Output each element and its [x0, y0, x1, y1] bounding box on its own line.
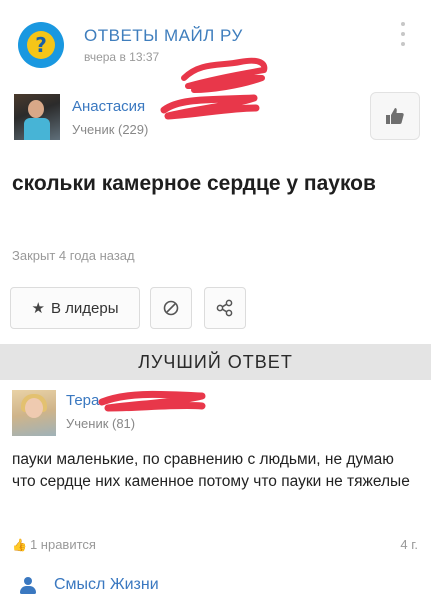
- best-answer-heading: ЛУЧШИЙ ОТВЕТ: [0, 344, 431, 380]
- block-button[interactable]: [150, 287, 192, 329]
- logo-question-icon[interactable]: ?: [18, 22, 64, 68]
- answer-author-rank: Ученик (81): [66, 416, 136, 431]
- answer-author-name[interactable]: Тера: [66, 392, 99, 409]
- avatar[interactable]: [14, 94, 60, 140]
- answer-author: Тера Ученик (81): [12, 388, 422, 440]
- like-button[interactable]: [370, 92, 420, 140]
- question-text: скольки камерное сердце у пауков: [12, 172, 376, 195]
- answer-age: 4 г.: [400, 537, 418, 552]
- logo-glyph: ?: [27, 31, 55, 59]
- block-icon: [163, 300, 179, 316]
- share-icon: [216, 299, 233, 317]
- to-leaders-button[interactable]: ★ В лидеры: [10, 287, 140, 329]
- person-icon: [20, 577, 36, 595]
- commenter-name[interactable]: Смысл Жизни: [54, 576, 159, 594]
- to-leaders-label: В лидеры: [50, 299, 119, 317]
- thumbs-up-icon: 👍: [12, 538, 27, 552]
- thumbs-up-icon: [386, 108, 404, 124]
- site-title: ОТВЕТЫ МАЙЛ РУ: [84, 26, 243, 45]
- share-button[interactable]: [204, 287, 246, 329]
- app-header: ? ОТВЕТЫ МАЙЛ РУ вчера в 13:37: [0, 0, 431, 80]
- author-rank: Ученик (229): [72, 122, 149, 137]
- post-time: вчера в 13:37: [84, 50, 160, 64]
- answer-likes[interactable]: 👍 1 нравится: [12, 537, 96, 552]
- likes-label: 1 нравится: [29, 537, 96, 552]
- star-icon: ★: [31, 299, 45, 317]
- avatar[interactable]: [12, 390, 56, 436]
- author-name[interactable]: Анастасия на: [72, 98, 242, 115]
- answer-footer: 👍 1 нравится 4 г.: [12, 537, 418, 557]
- question-status: Закрыт 4 года назад: [12, 248, 135, 263]
- menu-dots-icon[interactable]: [399, 22, 407, 46]
- question-author: Анастасия на Ученик (229): [14, 92, 424, 148]
- answer-text: пауки маленькие, по сравнению с людьми, …: [12, 451, 410, 490]
